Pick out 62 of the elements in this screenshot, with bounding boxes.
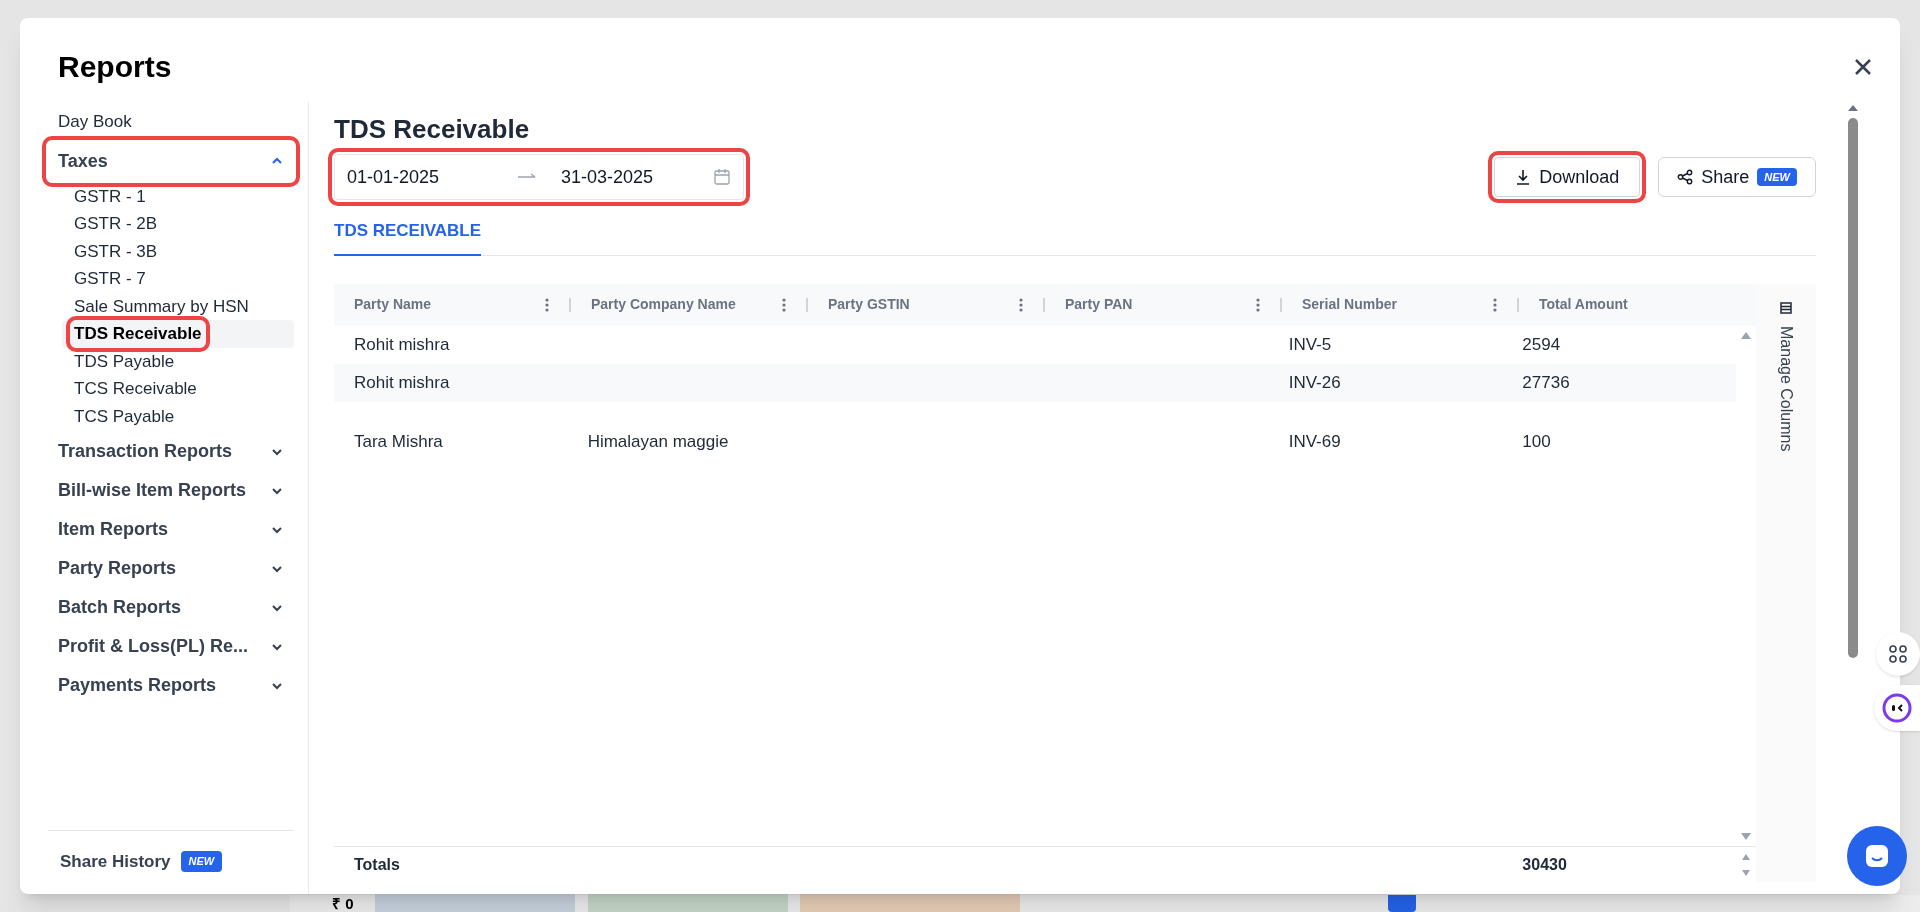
table-cell-text: Tara Mishra	[353, 430, 444, 453]
sidebar-item[interactable]: TCS Payable	[62, 402, 294, 430]
table-cell-text: INV-26	[1287, 371, 1342, 394]
table-cell-text: Himalayan maggie	[586, 430, 730, 453]
totals-label: Totals	[353, 854, 401, 875]
column-header[interactable]: Total Amount	[1539, 294, 1628, 315]
table-cell-text: Rohit mishra	[353, 333, 451, 356]
sidebar-item[interactable]: Sale Summary by HSN	[62, 292, 294, 320]
scrollbar-thumb[interactable]	[1848, 118, 1858, 658]
share-history-link[interactable]: Share History	[60, 848, 171, 874]
table-cell-text: INV-69	[1287, 430, 1342, 453]
table-cell-text: 100	[1521, 430, 1552, 453]
column-header[interactable]: Party Name	[354, 294, 432, 315]
report-tab[interactable]: TDS RECEIVABLE	[334, 218, 482, 256]
sidebar-group[interactable]: Batch Reports	[48, 588, 294, 627]
sidebar-group[interactable]: Taxes	[48, 141, 294, 181]
sidebar-group[interactable]: Transaction Reports	[48, 432, 294, 471]
table-cell-text: Rohit mishra	[353, 371, 451, 394]
table-cell-text: 2594	[1521, 333, 1562, 356]
column-header[interactable]: Party GSTIN	[828, 294, 910, 315]
chat-icon	[1864, 843, 1890, 869]
sidebar-group[interactable]: Profit & Loss(PL) Re...	[48, 627, 294, 666]
total-amount: 30430	[1521, 854, 1568, 875]
table-cell-text: INV-5	[1287, 333, 1333, 356]
close-icon	[1854, 58, 1872, 76]
calendar-icon	[713, 168, 731, 186]
report-title: TDS Receivable	[334, 116, 531, 142]
sidebar-item[interactable]: GSTR - 7	[62, 265, 294, 293]
sidebar-group[interactable]: Bill-wise Item Reports	[48, 471, 294, 510]
sidebar-item[interactable]: TCS Receivable	[62, 375, 294, 403]
column-header[interactable]: Party Company Name	[591, 294, 736, 315]
sidebar-group[interactable]: Party Reports	[48, 549, 294, 588]
scroll-down-icon[interactable]	[1740, 832, 1752, 842]
share-icon	[1677, 169, 1694, 185]
command-icon	[1888, 644, 1908, 664]
table-cell-text: 27736	[1521, 371, 1571, 394]
robot-face-icon	[1882, 693, 1912, 723]
more-vertical-icon[interactable]	[782, 297, 786, 312]
manage-columns-button[interactable]: Manage Columns	[1756, 283, 1816, 882]
dialog-title: Reports	[58, 52, 172, 82]
sidebar-group[interactable]: Payments Reports	[48, 666, 294, 705]
amount-text: ₹ 0	[332, 896, 354, 911]
sidebar-item[interactable]: GSTR - 1	[62, 182, 294, 210]
more-vertical-icon[interactable]	[545, 297, 549, 312]
sidebar-item[interactable]: GSTR - 3B	[62, 237, 294, 265]
sidebar-group[interactable]: Item Reports	[48, 510, 294, 549]
column-header[interactable]: Party PAN	[1065, 294, 1133, 315]
new-badge: NEW	[180, 851, 223, 872]
share-button[interactable]: Share NEW	[1658, 157, 1816, 197]
more-vertical-icon[interactable]	[1493, 297, 1497, 312]
scroll-up-icon[interactable]	[1741, 852, 1751, 861]
column-header[interactable]: Serial Number	[1302, 294, 1397, 315]
sidebar-link[interactable]: Day Book	[48, 102, 294, 142]
sidebar-item[interactable]: GSTR - 2B	[62, 210, 294, 238]
columns-icon	[1780, 301, 1792, 314]
assistant-button[interactable]	[1874, 685, 1920, 731]
scroll-down-icon[interactable]	[1741, 868, 1751, 877]
scroll-up-icon[interactable]	[1847, 104, 1859, 112]
more-vertical-icon[interactable]	[1019, 297, 1023, 312]
download-icon	[1515, 169, 1532, 185]
sidebar-item[interactable]: TDS Payable	[62, 347, 294, 375]
more-vertical-icon[interactable]	[1256, 297, 1260, 312]
